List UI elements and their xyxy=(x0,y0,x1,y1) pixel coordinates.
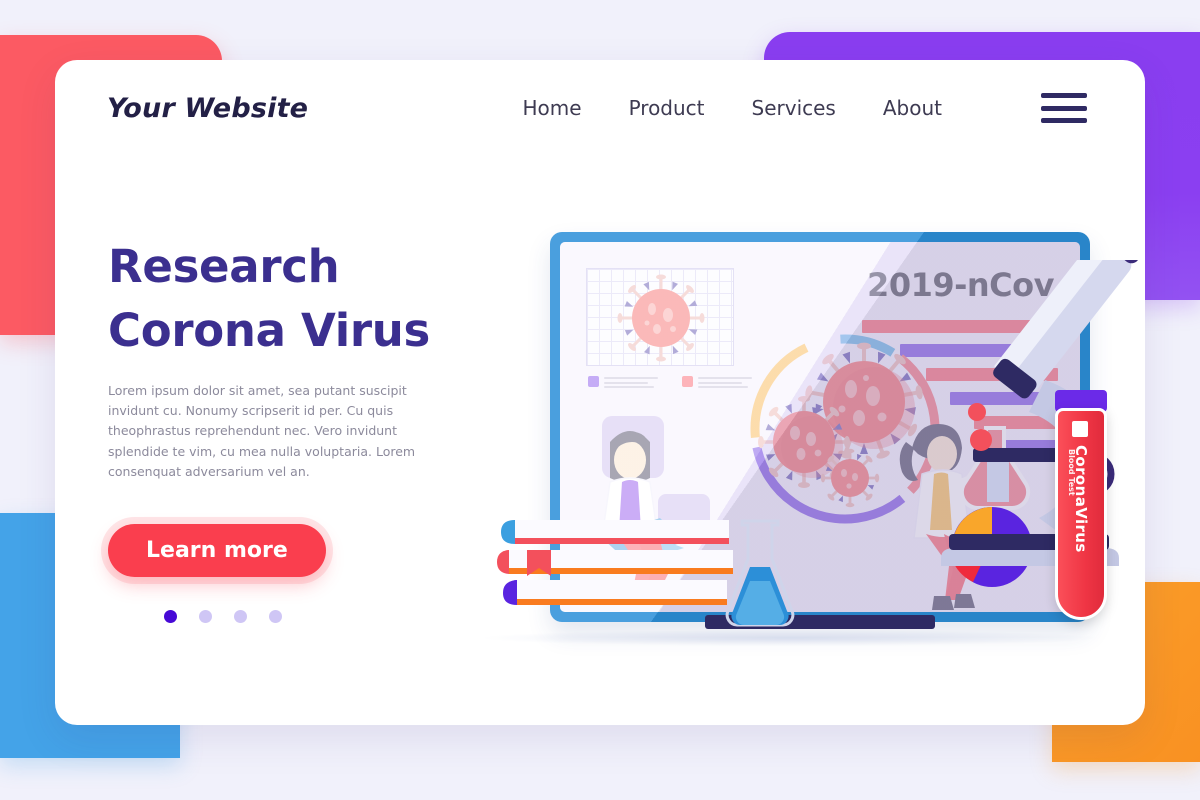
blue-flask-icon xyxy=(725,519,795,627)
landing-card: Your Website Home Product Services About… xyxy=(55,60,1145,725)
learn-more-button[interactable]: Learn more xyxy=(108,524,326,578)
carousel-dot-4[interactable] xyxy=(269,610,282,624)
carousel-dot-2[interactable] xyxy=(199,610,212,624)
legend-swatch-purple xyxy=(588,376,599,387)
carousel-dot-3[interactable] xyxy=(234,610,247,624)
page-title-line-2: Corona Virus xyxy=(108,303,430,357)
site-logo[interactable]: Your Website xyxy=(107,93,308,124)
legend-swatch-red xyxy=(682,376,693,387)
chart-legend xyxy=(588,376,752,388)
legend-placeholder-lines xyxy=(604,376,658,388)
legend-placeholder-lines xyxy=(698,376,752,388)
test-tube-label-square xyxy=(1072,421,1088,437)
nav-item-product[interactable]: Product xyxy=(629,96,705,120)
hamburger-menu-icon[interactable] xyxy=(1041,93,1087,123)
carousel-dot-1[interactable] xyxy=(164,610,177,624)
microscope-icon xyxy=(941,260,1140,566)
blood-test-tube: CoronaVirus Blood Test xyxy=(1055,390,1107,620)
nav-item-services[interactable]: Services xyxy=(752,96,836,120)
hero-illustration: 2019-nCov CoronaVirus Blood Test xyxy=(455,160,1140,700)
legend-item-purple xyxy=(588,376,658,388)
nav-item-about[interactable]: About xyxy=(883,96,942,120)
grid-chart xyxy=(586,268,734,366)
page-title: Research Corona Virus xyxy=(108,235,508,363)
nav-item-home[interactable]: Home xyxy=(523,96,582,120)
hero-paragraph: Lorem ipsum dolor sit amet, sea putant s… xyxy=(108,382,416,479)
virus-particle-small-icon xyxy=(820,448,880,508)
hero-section: Research Corona Virus Lorem ipsum dolor … xyxy=(108,235,508,624)
main-navigation: Home Product Services About xyxy=(523,93,1087,123)
legend-item-red xyxy=(682,376,752,388)
page-root: Your Website Home Product Services About… xyxy=(0,0,1200,800)
page-title-line-1: Research xyxy=(108,240,340,293)
test-tube-sublabel: Blood Test xyxy=(1067,449,1076,496)
virus-in-grid-icon xyxy=(617,274,705,362)
test-tube-body: CoronaVirus Blood Test xyxy=(1055,408,1107,620)
site-header: Your Website Home Product Services About xyxy=(55,60,1145,156)
